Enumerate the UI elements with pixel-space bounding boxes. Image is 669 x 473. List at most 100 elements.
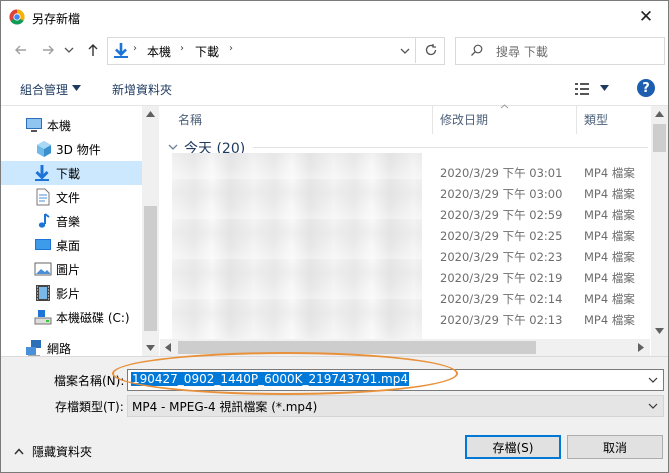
- music-icon: [38, 213, 50, 228]
- highlight-ring-annotation: [112, 352, 458, 395]
- table-row[interactable]: 2020/3/29 下午 02:19 MP4 檔案: [160, 267, 650, 287]
- chevron-down-icon: [64, 47, 74, 53]
- sidebar-item-this-pc[interactable]: 本機: [1, 113, 142, 137]
- filetype-select[interactable]: MP4 - MPEG-4 視訊檔案 (*.mp4): [127, 395, 664, 417]
- document-icon: [36, 188, 50, 206]
- save-button[interactable]: 存檔(S): [465, 435, 561, 459]
- search-icon: [471, 44, 483, 56]
- table-row[interactable]: 2020/3/29 下午 02:14 MP4 檔案: [160, 288, 650, 308]
- save-button-label: 存檔(S): [492, 440, 534, 455]
- table-row[interactable]: 2020/3/29 下午 03:01 MP4 檔案: [160, 162, 650, 182]
- row-type: MP4 檔案: [584, 208, 635, 222]
- sidebar-item-downloads[interactable]: 下載: [1, 161, 142, 185]
- forward-button[interactable]: [37, 39, 59, 61]
- address-bar[interactable]: › 本機 › 下載 ›: [107, 37, 445, 65]
- scroll-left-icon[interactable]: [165, 343, 171, 352]
- row-type: MP4 檔案: [584, 250, 635, 264]
- caret-down-icon[interactable]: [600, 85, 609, 91]
- row-type: MP4 檔案: [584, 313, 635, 327]
- column-header-date[interactable]: 修改日期: [440, 108, 488, 130]
- back-button[interactable]: [10, 39, 32, 61]
- chevron-up-icon[interactable]: [14, 448, 24, 455]
- breadcrumb-separator-icon: ›: [180, 43, 184, 54]
- vertical-scrollbar[interactable]: [651, 106, 668, 356]
- table-row[interactable]: 2020/3/29 下午 02:25 MP4 檔案: [160, 225, 650, 245]
- column-header-name[interactable]: 名稱: [178, 108, 202, 130]
- sidebar-item-pictures[interactable]: 圖片: [1, 257, 142, 281]
- table-row[interactable]: 2020/3/29 下午 02:13 MP4 檔案: [160, 309, 650, 329]
- column-divider: [576, 106, 577, 134]
- arrow-left-icon: [15, 45, 26, 55]
- up-button[interactable]: [82, 39, 104, 61]
- collapse-group-icon[interactable]: [168, 143, 178, 151]
- breadcrumb-separator-icon: ›: [133, 43, 137, 54]
- sidebar-item-3d-objects[interactable]: 3D 物件: [1, 137, 142, 161]
- download-icon: [35, 165, 49, 181]
- sidebar-item-videos[interactable]: 影片: [1, 281, 142, 305]
- chevron-down-icon[interactable]: [648, 403, 658, 409]
- pictures-icon: [34, 262, 52, 276]
- computer-icon: [26, 118, 42, 132]
- row-type: MP4 檔案: [584, 166, 635, 180]
- navigation-scrollbar[interactable]: [142, 106, 159, 356]
- file-list: 名稱 修改日期 類型 今天 (20) 2020/3/29 下午 03:01 MP…: [160, 104, 668, 339]
- row-date: 2020/3/29 下午 03:00: [440, 187, 563, 201]
- filetype-label: 存檔類型(T):: [55, 400, 124, 414]
- row-type: MP4 檔案: [584, 229, 635, 243]
- row-type: MP4 檔案: [584, 187, 635, 201]
- breadcrumb-separator-icon: ›: [229, 43, 233, 54]
- breadcrumb-this-pc[interactable]: 本機: [147, 43, 171, 60]
- row-type: MP4 檔案: [584, 292, 635, 306]
- table-row[interactable]: 2020/3/29 下午 03:00 MP4 檔案: [160, 183, 650, 203]
- hide-folders-toggle[interactable]: 隱藏資料夾: [32, 443, 92, 460]
- title-bar: 另存新檔 ✕: [1, 1, 668, 34]
- sidebar-item-music[interactable]: 音樂: [1, 209, 142, 233]
- row-type: MP4 檔案: [584, 271, 635, 285]
- save-as-dialog: 另存新檔 ✕ › 本機 › 下載 › 搜尋 下載 組合管理 新增資料夾 ? 本機…: [0, 0, 669, 473]
- refresh-button[interactable]: [415, 37, 445, 63]
- table-row[interactable]: 2020/3/29 下午 02:23 MP4 檔案: [160, 246, 650, 266]
- scroll-right-icon[interactable]: [638, 343, 644, 352]
- table-row[interactable]: 2020/3/29 下午 02:59 MP4 檔案: [160, 204, 650, 224]
- scroll-up-icon[interactable]: [655, 111, 664, 117]
- network-icon: [26, 340, 41, 357]
- row-date: 2020/3/29 下午 02:14: [440, 292, 563, 306]
- close-button[interactable]: ✕: [624, 1, 668, 33]
- view-details-icon[interactable]: [574, 82, 590, 96]
- window-title: 另存新檔: [32, 12, 81, 26]
- chrome-icon: [9, 9, 25, 25]
- sidebar-item-documents[interactable]: 文件: [1, 185, 142, 209]
- organize-menu[interactable]: 組合管理: [20, 81, 68, 98]
- cancel-button-label: 取消: [602, 440, 627, 455]
- column-divider: [432, 106, 433, 134]
- cube-icon: [37, 141, 51, 157]
- breadcrumb-downloads[interactable]: 下載: [195, 43, 219, 60]
- navigation-scroll-thumb[interactable]: [144, 206, 157, 331]
- search-box[interactable]: 搜尋 下載: [455, 37, 665, 65]
- video-icon: [36, 285, 50, 301]
- arrow-up-icon: [88, 44, 98, 56]
- search-placeholder: 搜尋 下載: [496, 45, 548, 59]
- cancel-button[interactable]: 取消: [567, 435, 663, 459]
- navigation-pane: 本機 3D 物件 下載 文件 音樂 桌面 圖片 影片 本機磁碟 (C:) 網路: [1, 106, 159, 357]
- sidebar-item-local-disk[interactable]: 本機磁碟 (C:): [1, 305, 142, 329]
- sort-indicator-icon: [500, 104, 509, 109]
- chevron-down-icon[interactable]: [648, 377, 658, 383]
- help-icon[interactable]: ?: [637, 79, 655, 97]
- caret-down-icon: [72, 85, 81, 91]
- command-bar: 組合管理 新增資料夾 ?: [1, 74, 668, 106]
- drive-icon: [34, 310, 52, 325]
- refresh-icon: [425, 44, 436, 56]
- recent-locations-button[interactable]: [61, 39, 77, 61]
- row-date: 2020/3/29 下午 02:25: [440, 229, 563, 243]
- close-icon: ✕: [638, 7, 654, 27]
- scroll-down-icon[interactable]: [146, 345, 155, 351]
- column-header-type[interactable]: 類型: [584, 108, 608, 130]
- new-folder-button[interactable]: 新增資料夾: [112, 81, 172, 98]
- vertical-scroll-thumb[interactable]: [653, 124, 666, 152]
- chevron-down-icon[interactable]: [400, 47, 410, 55]
- scroll-down-icon[interactable]: [655, 328, 664, 334]
- scroll-up-icon[interactable]: [146, 111, 155, 117]
- row-date: 2020/3/29 下午 02:23: [440, 250, 563, 264]
- sidebar-item-desktop[interactable]: 桌面: [1, 233, 142, 257]
